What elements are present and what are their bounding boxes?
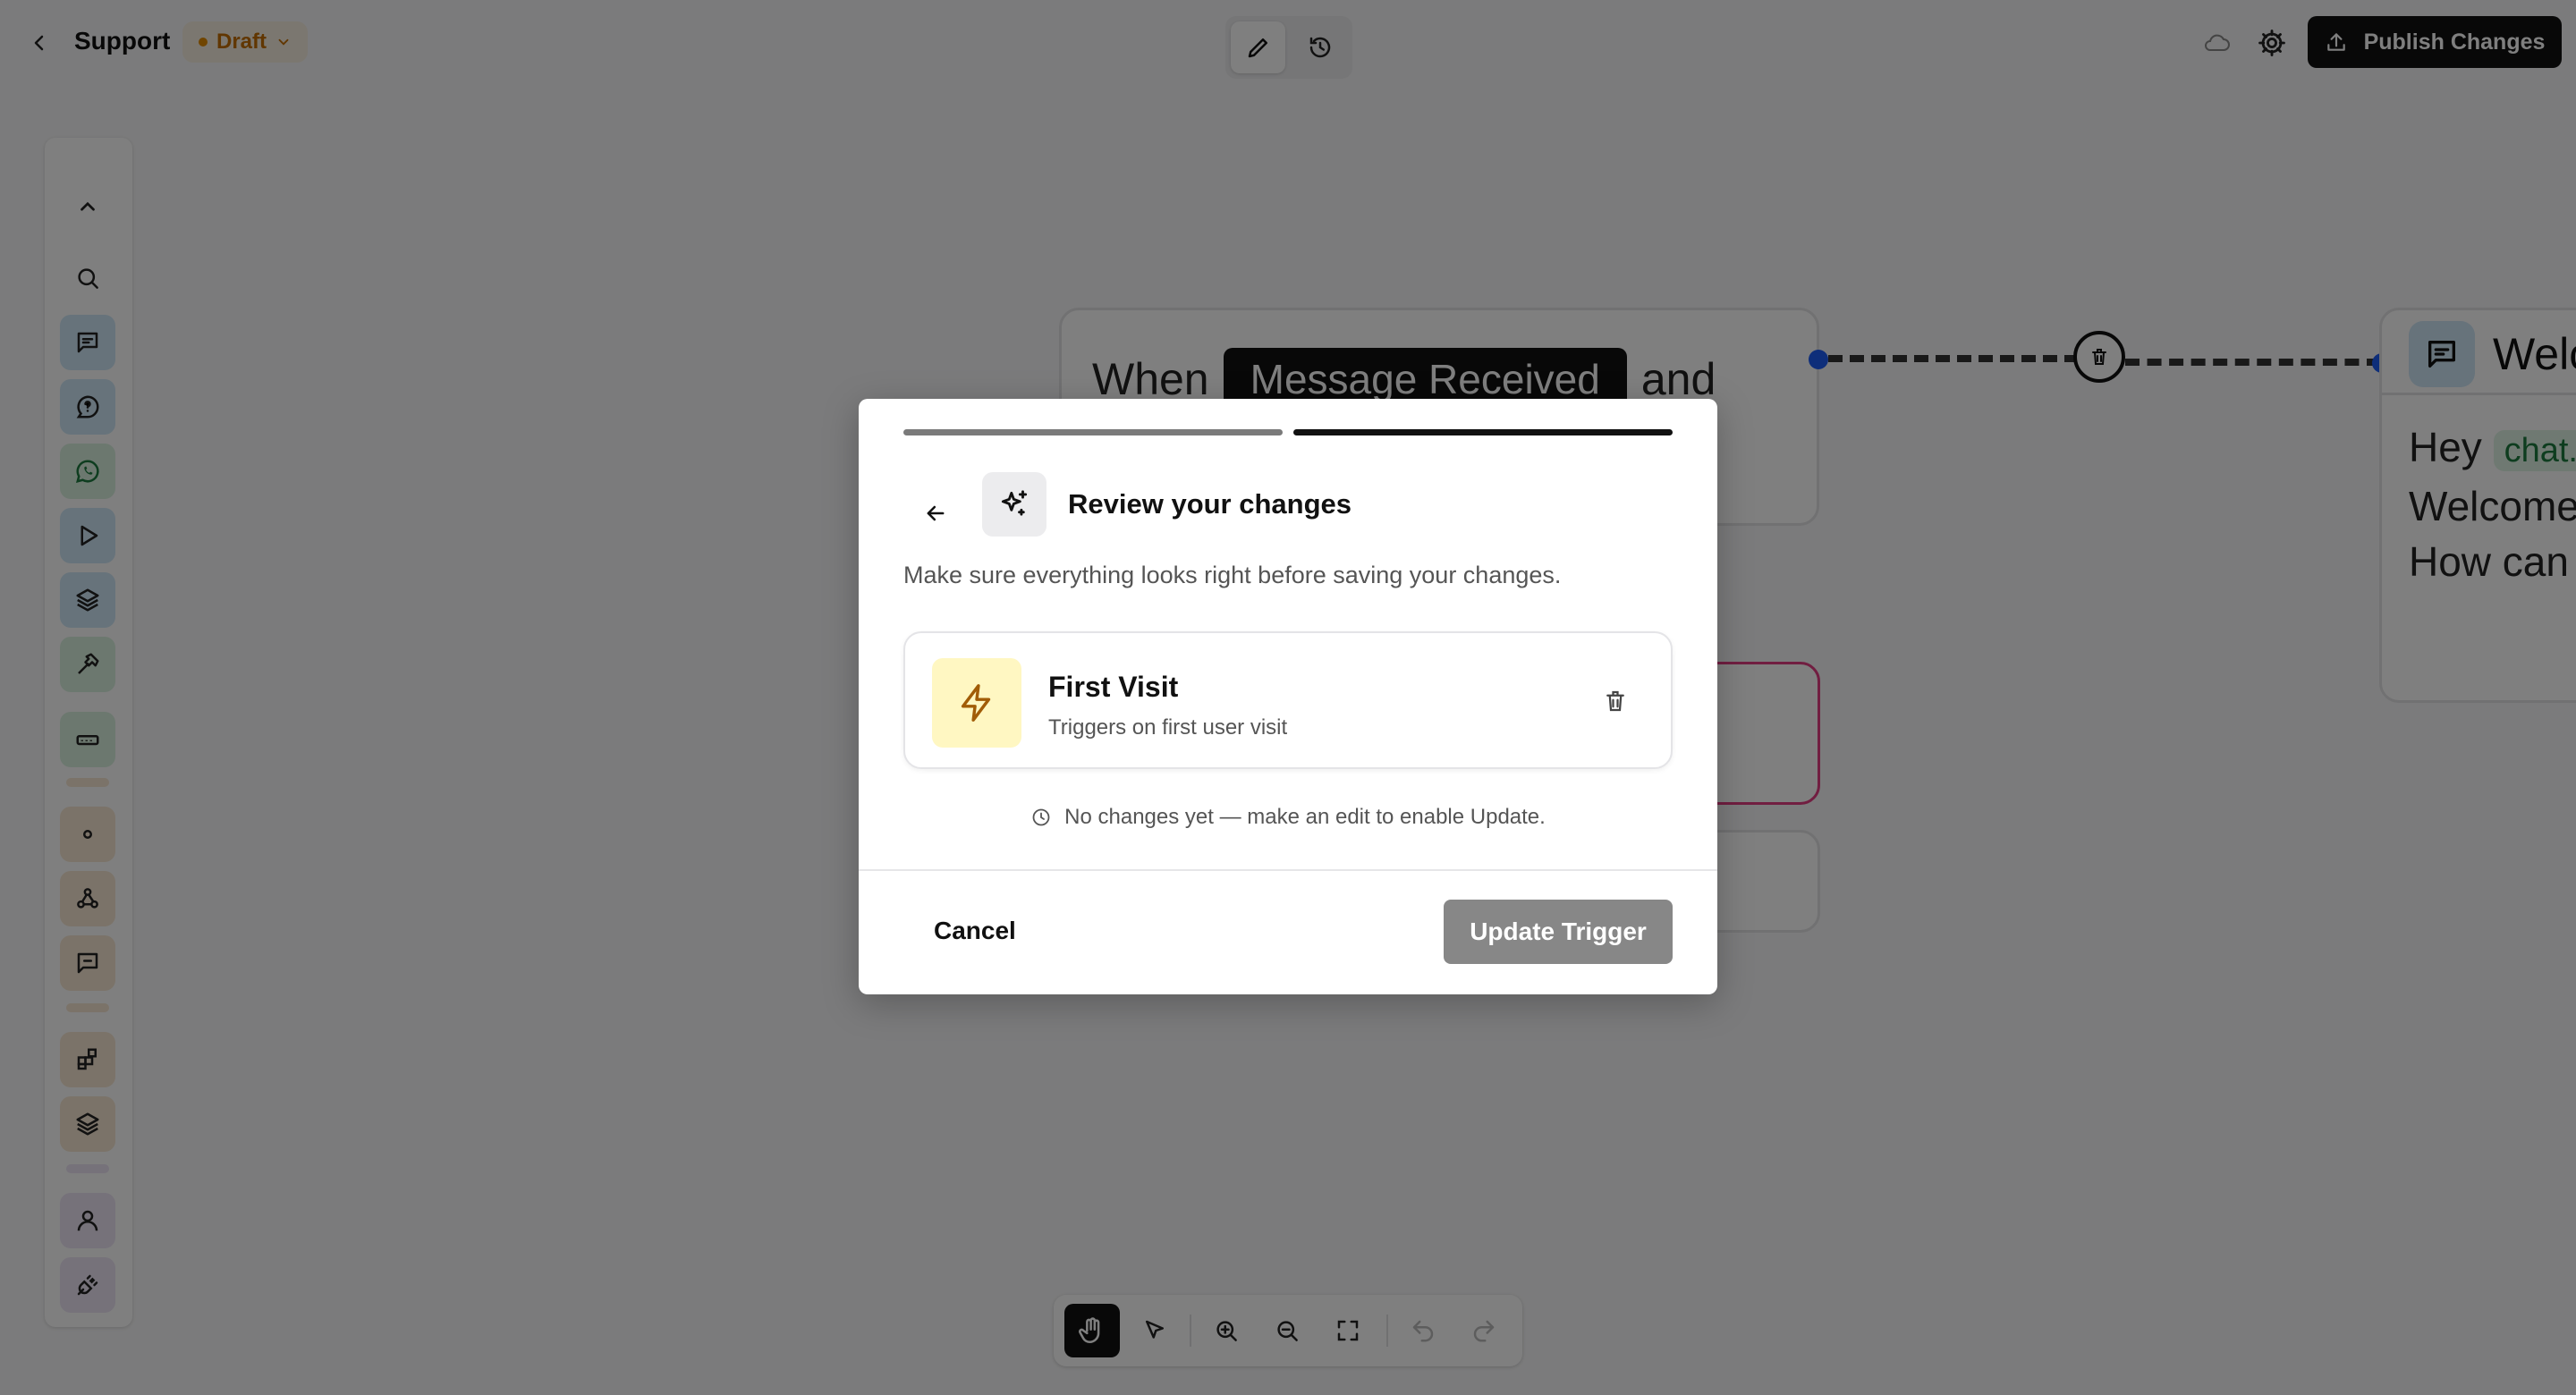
arrow-left-icon bbox=[927, 505, 945, 521]
no-changes-notice: No changes yet — make an edit to enable … bbox=[859, 805, 1717, 830]
review-changes-dialog: Review your changes Make sure everything… bbox=[859, 399, 1717, 994]
trigger-name: First Visit bbox=[1048, 671, 1179, 703]
dialog-description: Make sure everything looks right before … bbox=[903, 562, 1562, 588]
dialog-title: Review your changes bbox=[1068, 488, 1352, 520]
clock-icon bbox=[1032, 808, 1050, 826]
notice-text: No changes yet — make an edit to enable … bbox=[1064, 805, 1546, 829]
step-indicator-1 bbox=[903, 429, 1283, 435]
dialog-back-button[interactable] bbox=[907, 485, 964, 542]
trigger-summary-card: First Visit Triggers on first user visit bbox=[903, 631, 1673, 769]
dialog-footer-divider bbox=[859, 869, 1717, 871]
trash-icon bbox=[1606, 690, 1624, 712]
delete-trigger-button[interactable] bbox=[1592, 678, 1639, 724]
lightning-icon bbox=[932, 658, 1021, 748]
update-trigger-button[interactable]: Update Trigger bbox=[1444, 900, 1673, 964]
trigger-description: Triggers on first user visit bbox=[1048, 715, 1288, 740]
sparkles-icon bbox=[982, 472, 1046, 537]
step-indicator-2 bbox=[1293, 429, 1673, 435]
cancel-button[interactable]: Cancel bbox=[912, 900, 1038, 962]
